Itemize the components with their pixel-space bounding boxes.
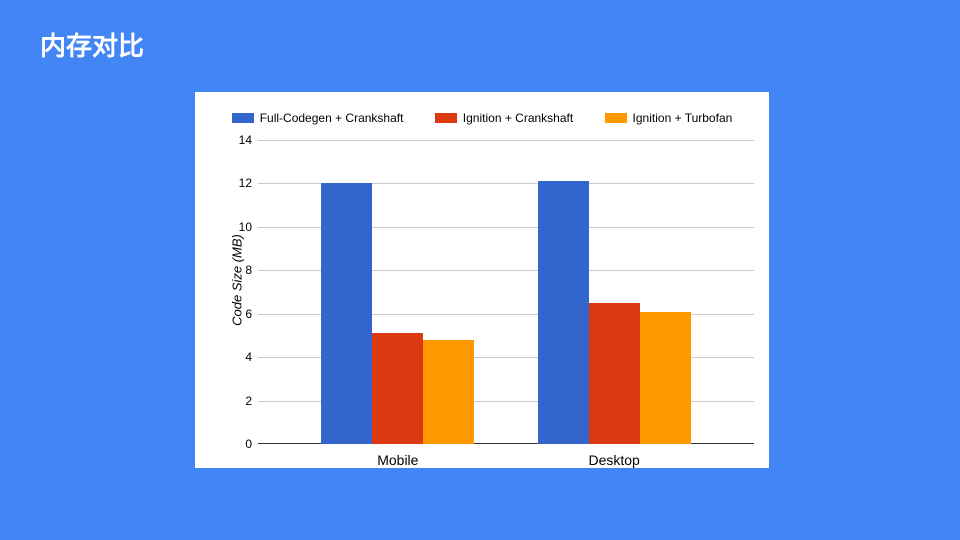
bar [372, 333, 423, 444]
legend-label-2: Ignition + Turbofan [633, 111, 733, 125]
bar [321, 183, 372, 444]
y-tick: 8 [228, 263, 252, 277]
slide-title: 内存对比 [40, 26, 144, 63]
y-tick: 0 [228, 437, 252, 451]
legend-item: Ignition + Crankshaft [435, 110, 573, 125]
legend-swatch-1 [435, 113, 457, 123]
y-tick: 10 [228, 220, 252, 234]
legend-item: Ignition + Turbofan [605, 110, 733, 125]
legend-label-0: Full-Codegen + Crankshaft [260, 111, 404, 125]
plot-area: 02468101214MobileDesktop [258, 140, 754, 444]
bar [589, 303, 640, 444]
legend-item: Full-Codegen + Crankshaft [232, 110, 404, 125]
legend: Full-Codegen + Crankshaft Ignition + Cra… [195, 110, 769, 125]
legend-label-1: Ignition + Crankshaft [463, 111, 573, 125]
bar [640, 312, 691, 444]
y-tick: 12 [228, 176, 252, 190]
legend-swatch-2 [605, 113, 627, 123]
y-tick: 14 [228, 133, 252, 147]
y-tick: 2 [228, 394, 252, 408]
bar [538, 181, 589, 444]
x-category-label: Desktop [588, 452, 639, 468]
grid-line [258, 140, 754, 141]
y-tick: 6 [228, 307, 252, 321]
legend-swatch-0 [232, 113, 254, 123]
y-tick: 4 [228, 350, 252, 364]
x-category-label: Mobile [377, 452, 418, 468]
chart-card: Full-Codegen + Crankshaft Ignition + Cra… [195, 92, 769, 468]
bar [423, 340, 474, 444]
